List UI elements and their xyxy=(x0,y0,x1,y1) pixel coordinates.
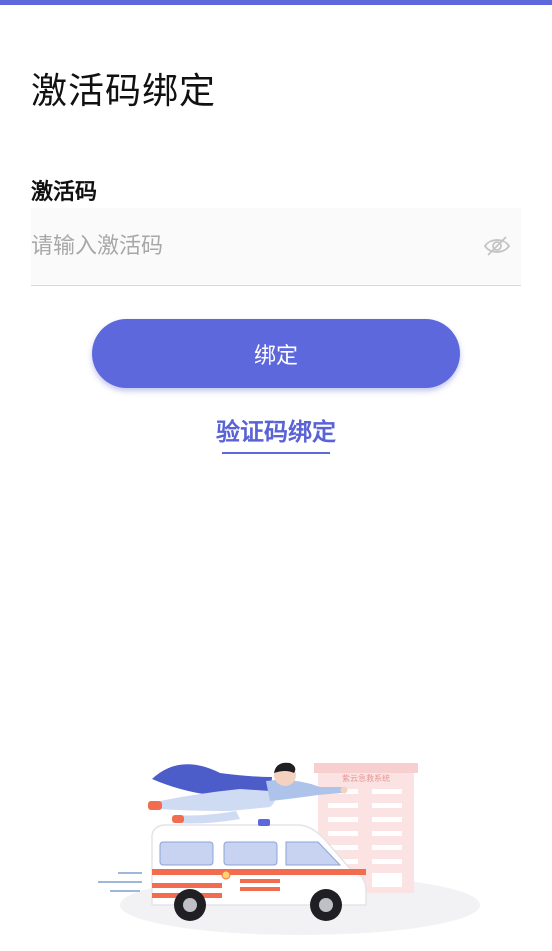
top-accent-bar xyxy=(0,0,552,5)
activation-code-label: 激活码 xyxy=(31,180,98,205)
speed-lines xyxy=(98,872,142,892)
verification-code-bind-link[interactable]: 验证码绑定 xyxy=(0,412,552,447)
link-underline xyxy=(222,452,330,454)
activation-code-field xyxy=(31,208,521,286)
ambulance-hero-illustration: 紫云急救系统 xyxy=(98,762,480,935)
eye-off-icon[interactable] xyxy=(483,235,511,257)
building-sign: 紫云急救系统 xyxy=(342,773,390,783)
bind-button[interactable]: 绑定 xyxy=(92,319,460,388)
activation-code-input[interactable] xyxy=(31,208,471,285)
page-title: 激活码绑定 xyxy=(31,71,217,112)
